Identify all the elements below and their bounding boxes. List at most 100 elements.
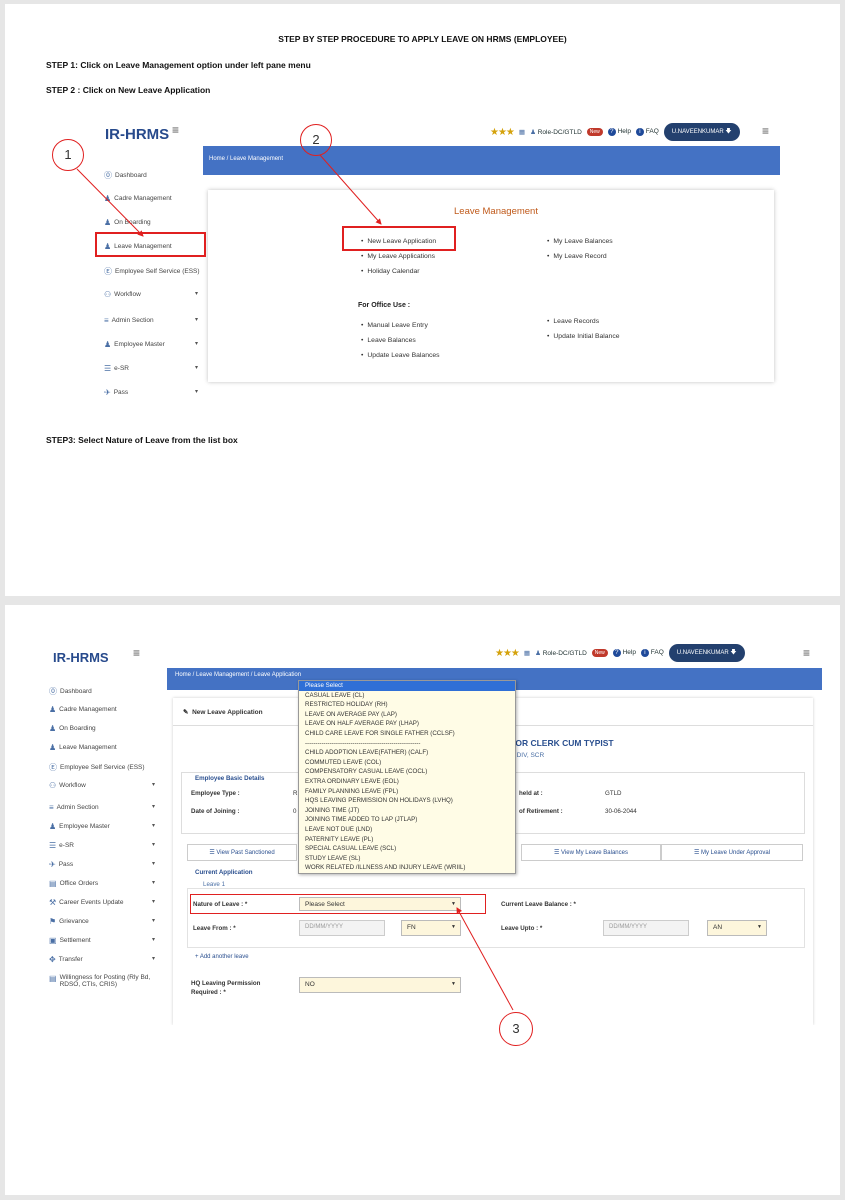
link-my-leave-record[interactable]: My Leave Record bbox=[547, 253, 606, 260]
sidebar-item-dashboard[interactable]: ⓪ Dashboard bbox=[104, 170, 147, 181]
sidebar-item-leave-management[interactable]: ♟ Leave Management bbox=[49, 743, 117, 752]
sidebar-item-cadre-management[interactable]: ♟ Cadre Management bbox=[104, 194, 172, 203]
tab-leave-under-approval[interactable]: ☰ My Leave Under Approval bbox=[661, 844, 803, 861]
link-my-leave-balances[interactable]: My Leave Balances bbox=[547, 238, 612, 245]
chevron-down-icon[interactable]: ▾ bbox=[195, 290, 198, 297]
help-link[interactable]: ? Help bbox=[612, 649, 636, 657]
dropdown-option[interactable]: LEAVE ON HALF AVERAGE PAY (LHAP) bbox=[299, 719, 515, 729]
dropdown-option[interactable]: JOINING TIME (JT) bbox=[299, 806, 515, 816]
sidebar-item-cadre-management[interactable]: ♟ Cadre Management bbox=[49, 705, 117, 714]
sidebar-item-employee-self-service-ess[interactable]: Ⓔ Employee Self Service (ESS) bbox=[49, 762, 145, 773]
employee-type-value: R bbox=[293, 790, 298, 797]
dropdown-option[interactable]: HQS LEAVING PERMISSION ON HOLIDAYS (LVHQ… bbox=[299, 796, 515, 806]
dropdown-option[interactable]: CASUAL LEAVE (CL) bbox=[299, 691, 515, 701]
dropdown-option[interactable]: CHILD CARE LEAVE FOR SINGLE FATHER (CCLS… bbox=[299, 729, 515, 739]
chevron-down-icon[interactable]: ▾ bbox=[152, 803, 155, 810]
dropdown-option[interactable]: ----------------------------------------… bbox=[299, 739, 515, 749]
chevron-down-icon[interactable]: ▾ bbox=[152, 917, 155, 924]
document-icon[interactable]: ▦ bbox=[524, 649, 530, 657]
sidebar-item-employee-master[interactable]: ♟ Employee Master bbox=[104, 340, 165, 349]
dropdown-option[interactable]: EXTRA ORDINARY LEAVE (EOL) bbox=[299, 777, 515, 787]
dropdown-option[interactable]: WORK RELATED /ILLNESS AND INJURY LEAVE (… bbox=[299, 863, 515, 873]
dropdown-option[interactable]: FAMILY PLANNING LEAVE (FPL) bbox=[299, 787, 515, 797]
dropdown-option[interactable]: JOINING TIME ADDED TO LAP (JTLAP) bbox=[299, 815, 515, 825]
chevron-down-icon[interactable]: ▾ bbox=[152, 841, 155, 848]
sidebar-icon: ⚒ bbox=[49, 898, 57, 907]
leave-from-input[interactable]: DD/MM/YYYY bbox=[299, 920, 385, 936]
dropdown-option[interactable]: Please Select bbox=[299, 681, 515, 691]
sidebar-item-transfer[interactable]: ✥ Transfer bbox=[49, 955, 83, 964]
faq-link[interactable]: i FAQ bbox=[635, 128, 659, 136]
leave-from-session-select[interactable]: FN ▼ bbox=[401, 920, 461, 936]
chevron-down-icon[interactable]: ▾ bbox=[152, 781, 155, 788]
retirement-value: 30-06-2044 bbox=[605, 808, 637, 815]
sidebar-item-pass[interactable]: ✈ Pass bbox=[104, 388, 128, 396]
sidebar-item-office-orders[interactable]: ▤ Office Orders bbox=[49, 879, 98, 888]
role-switch[interactable]: ♟ Role-DC/GTLD bbox=[530, 128, 582, 136]
sidebar-item-willingness-for-posting-rly-bd-rdso-ctis-cris[interactable]: ▤ Willingness for Posting (Rly Bd, RDSO, … bbox=[49, 974, 156, 988]
user-menu-button[interactable]: U.NAVEENKUMAR 🡇 bbox=[668, 644, 745, 662]
link-leave-balances[interactable]: Leave Balances bbox=[361, 337, 415, 344]
dropdown-option[interactable]: LEAVE NOT DUE (LND) bbox=[299, 825, 515, 835]
sidebar: ⓪ Dashboard ♟ Cadre Management ♟ On Boarding ♟… bbox=[104, 166, 204, 396]
dropdown-option[interactable]: COMPENSATORY CASUAL LEAVE (COCL) bbox=[299, 767, 515, 777]
link-manual-leave-entry[interactable]: Manual Leave Entry bbox=[361, 322, 427, 329]
link-leave-records[interactable]: Leave Records bbox=[547, 318, 599, 325]
sidebar-item-employee-master[interactable]: ♟ Employee Master bbox=[49, 822, 110, 831]
sidebar-item-settlement[interactable]: ▣ Settlement bbox=[49, 936, 91, 945]
sidebar-item-label: Grievance bbox=[59, 918, 89, 925]
sidebar-item-e-sr[interactable]: ☰ e-SR bbox=[49, 841, 74, 850]
dropdown-option[interactable]: LEAVE ON AVERAGE PAY (LAP) bbox=[299, 710, 515, 720]
sidebar-item-career-events-update[interactable]: ⚒ Career Events Update bbox=[49, 898, 123, 907]
leave-upto-session-select[interactable]: AN ▼ bbox=[707, 920, 767, 936]
chevron-down-icon[interactable]: ▾ bbox=[152, 822, 155, 829]
add-another-leave-link[interactable]: + Add another leave bbox=[195, 954, 249, 960]
sidebar-item-workflow[interactable]: ⚇ Workflow bbox=[104, 290, 141, 299]
sidebar-item-admin-section[interactable]: ≡ Admin Section bbox=[104, 316, 154, 325]
chevron-down-icon[interactable]: ▾ bbox=[195, 340, 198, 347]
chevron-down-icon[interactable]: ▾ bbox=[195, 364, 198, 371]
dropdown-option[interactable]: COMMUTED LEAVE (COL) bbox=[299, 758, 515, 768]
dropdown-option[interactable]: RESTRICTED HOLIDAY (RH) bbox=[299, 700, 515, 710]
tab-view-leave-balances[interactable]: ☰ View My Leave Balances bbox=[521, 844, 661, 861]
hq-leaving-select[interactable]: NO ▼ bbox=[299, 977, 461, 993]
tab-view-past-sanctioned[interactable]: ☰ View Past Sanctioned bbox=[187, 844, 297, 861]
sidebar-item-on-boarding[interactable]: ♟ On Boarding bbox=[104, 218, 151, 227]
link-holiday-calendar[interactable]: Holiday Calendar bbox=[361, 268, 419, 275]
chevron-down-icon[interactable]: ▾ bbox=[195, 388, 198, 395]
link-update-initial-balance[interactable]: Update Initial Balance bbox=[547, 333, 619, 340]
sidebar-item-e-sr[interactable]: ☰ e-SR bbox=[104, 364, 129, 373]
sidebar-item-admin-section[interactable]: ≡ Admin Section bbox=[49, 803, 99, 812]
chevron-down-icon[interactable]: ▾ bbox=[152, 860, 155, 867]
dropdown-option[interactable]: CHILD ADOPTION LEAVE(FATHER) (CALF) bbox=[299, 748, 515, 758]
chevron-down-icon[interactable]: ▾ bbox=[152, 879, 155, 886]
link-update-leave-balances[interactable]: Update Leave Balances bbox=[361, 352, 439, 359]
help-link[interactable]: ? Help bbox=[607, 128, 631, 136]
top-nav: ★★★ ▦ ♟ Role-DC/GTLD New ? Help i FAQ U.… bbox=[490, 123, 740, 141]
document-icon[interactable]: ▦ bbox=[519, 128, 525, 136]
sidebar-item-dashboard[interactable]: ⓪ Dashboard bbox=[49, 686, 92, 697]
dropdown-option[interactable]: PATERNITY LEAVE (PL) bbox=[299, 835, 515, 845]
options-menu-icon[interactable]: ≡ bbox=[803, 646, 810, 660]
sidebar-item-grievance[interactable]: ⚑ Grievance bbox=[49, 917, 89, 926]
sidebar-item-pass[interactable]: ✈ Pass bbox=[49, 860, 73, 869]
chevron-down-icon[interactable]: ▾ bbox=[152, 955, 155, 962]
chevron-down-icon[interactable]: ▾ bbox=[152, 898, 155, 905]
chevron-down-icon[interactable]: ▾ bbox=[152, 936, 155, 943]
link-my-leave-applications[interactable]: My Leave Applications bbox=[361, 253, 435, 260]
user-menu-button[interactable]: U.NAVEENKUMAR 🡇 bbox=[663, 123, 740, 141]
chevron-down-icon[interactable]: ▾ bbox=[195, 316, 198, 323]
dropdown-option[interactable]: STUDY LEAVE (SL) bbox=[299, 854, 515, 864]
sidebar-item-workflow[interactable]: ⚇ Workflow bbox=[49, 781, 86, 790]
menu-toggle-icon[interactable]: ≡ bbox=[133, 646, 140, 660]
sidebar-item-label: e-SR bbox=[114, 365, 129, 372]
leave-upto-input[interactable]: DD/MM/YYYY bbox=[603, 920, 689, 936]
role-switch[interactable]: ♟ Role-DC/GTLD bbox=[535, 649, 587, 657]
sidebar-item-employee-self-service-ess[interactable]: Ⓔ Employee Self Service (ESS) bbox=[104, 266, 200, 277]
nature-of-leave-dropdown[interactable]: Please Select CASUAL LEAVE (CL) RESTRICTED… bbox=[298, 680, 516, 874]
sidebar-item-on-boarding[interactable]: ♟ On Boarding bbox=[49, 724, 96, 733]
options-menu-icon[interactable]: ≡ bbox=[762, 124, 769, 138]
faq-link[interactable]: i FAQ bbox=[640, 649, 664, 657]
dropdown-option[interactable]: SPECIAL CASUAL LEAVE (SCL) bbox=[299, 844, 515, 854]
menu-toggle-icon[interactable]: ≡ bbox=[172, 123, 179, 137]
